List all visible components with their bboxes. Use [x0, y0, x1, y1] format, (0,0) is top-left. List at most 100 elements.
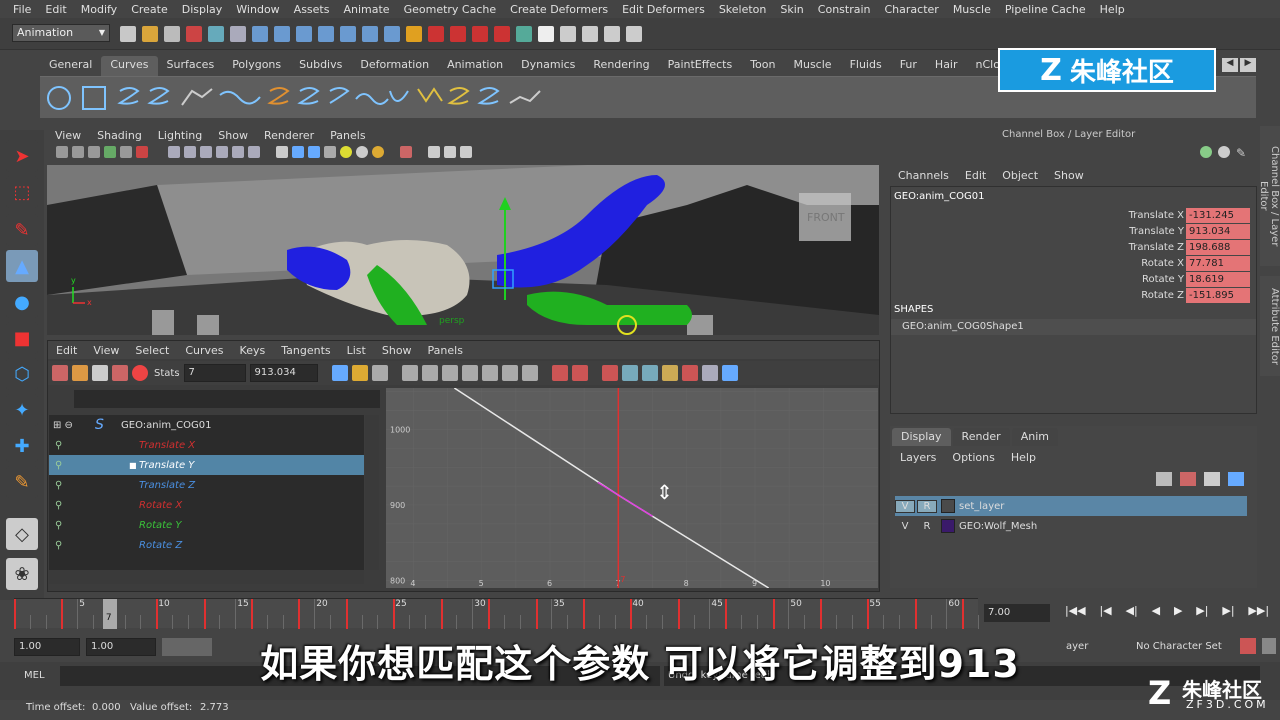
ge-menu-select[interactable]: Select: [127, 344, 177, 357]
cb-attribute-value[interactable]: -151.895: [1186, 287, 1250, 303]
wire-on-shaded-icon[interactable]: [200, 146, 212, 158]
expand-icon[interactable]: ⊞ ⊖: [53, 420, 73, 431]
ge-menu-panels[interactable]: Panels: [420, 344, 471, 357]
ipr-render-icon[interactable]: [450, 26, 466, 42]
save-scene-icon[interactable]: [164, 26, 180, 42]
side-tab-attribute-editor[interactable]: Attribute Editor: [1260, 276, 1280, 376]
keyframe-tick[interactable]: [819, 599, 822, 629]
hud-icon[interactable]: [428, 146, 440, 158]
shelf-tab-subdivs[interactable]: Subdivs: [290, 56, 351, 76]
dope-sheet-icon[interactable]: [721, 365, 738, 381]
keyframe-tick[interactable]: [962, 599, 965, 629]
shelf-tab-surfaces[interactable]: Surfaces: [158, 56, 224, 76]
open-scene-icon[interactable]: [142, 26, 158, 42]
last-tool-icon[interactable]: ✎: [6, 466, 38, 498]
layer-menu-options[interactable]: Options: [944, 451, 1002, 464]
input-icon[interactable]: [516, 26, 532, 42]
snap-grid-icon[interactable]: [252, 26, 268, 42]
layer-menu-layers[interactable]: Layers: [892, 451, 944, 464]
keyframe-tick[interactable]: [725, 599, 728, 629]
snap-view-icon[interactable]: [318, 26, 334, 42]
ge-menu-curves[interactable]: Curves: [177, 344, 231, 357]
rotate-tool-icon[interactable]: ●: [6, 286, 38, 318]
keyframe-tick[interactable]: [345, 599, 348, 629]
shelf-tab-curves[interactable]: Curves: [101, 56, 158, 76]
layer-tab-render[interactable]: Render: [952, 428, 1010, 446]
keyframe-tick[interactable]: [914, 599, 917, 629]
cb-attribute-row[interactable]: Translate X -131.245: [891, 207, 1256, 223]
layer-tab-display[interactable]: Display: [892, 428, 951, 446]
ge-menu-show[interactable]: Show: [374, 344, 420, 357]
stats-value-field[interactable]: 913.034: [249, 364, 318, 382]
curve-graph[interactable]: 1000900800456789107: [386, 387, 878, 589]
viewport-menu-show[interactable]: Show: [210, 129, 256, 142]
new-layer-icon[interactable]: [1156, 472, 1172, 486]
panel-layout-icon[interactable]: [560, 26, 576, 42]
shelf-tab-deformation[interactable]: Deformation: [351, 56, 438, 76]
cb-attribute-value[interactable]: 18.619: [1186, 271, 1250, 287]
step-back-key-icon[interactable]: |◀: [1099, 604, 1111, 622]
shelf-tab-rendering[interactable]: Rendering: [584, 56, 658, 76]
linear-tangent-icon[interactable]: [461, 365, 478, 381]
shelf-scroll-left-icon[interactable]: ◀: [1222, 58, 1238, 72]
menu-animate[interactable]: Animate: [336, 3, 396, 16]
layer-menu-help[interactable]: Help: [1003, 451, 1044, 464]
outliner-vscroll[interactable]: [365, 415, 379, 570]
cb-menu-show[interactable]: Show: [1046, 169, 1092, 182]
viewport-persp[interactable]: persp y x FRONT: [47, 165, 879, 335]
menu-muscle[interactable]: Muscle: [946, 3, 998, 16]
curve-tools-icons[interactable]: [40, 77, 600, 119]
shelf-scroll-arrows[interactable]: ◀ ▶: [1222, 58, 1256, 72]
help-icon[interactable]: [384, 26, 400, 42]
current-frame-field[interactable]: 7.00: [984, 604, 1050, 622]
show-manip-tool-icon[interactable]: ✚: [6, 430, 38, 462]
shadow-icon[interactable]: [356, 146, 368, 158]
layer-tab-anim[interactable]: Anim: [1011, 428, 1058, 446]
ge-menu-tangents[interactable]: Tangents: [273, 344, 338, 357]
outliner-root-row[interactable]: ⊞ ⊖ S GEO:anim_COG01: [49, 415, 364, 435]
tangent-handle[interactable]: [597, 481, 653, 517]
xray-icon[interactable]: [216, 146, 228, 158]
layer-move-down-icon[interactable]: [1228, 472, 1244, 486]
shelf-tab-hair[interactable]: Hair: [926, 56, 967, 76]
menu-geometry-cache[interactable]: Geometry Cache: [397, 3, 504, 16]
menu-modify[interactable]: Modify: [74, 3, 124, 16]
smooth-shade-icon[interactable]: [184, 146, 196, 158]
ge-menu-view[interactable]: View: [85, 344, 127, 357]
lock-tangent-weight-icon[interactable]: [661, 365, 678, 381]
layer-color-swatch[interactable]: [941, 519, 955, 533]
textured-icon[interactable]: [232, 146, 244, 158]
render-icon[interactable]: [428, 26, 444, 42]
light-icon[interactable]: [340, 146, 352, 158]
render-settings-icon[interactable]: [472, 26, 488, 42]
cb-attribute-row[interactable]: Rotate Y 18.619: [891, 271, 1256, 287]
break-tangents-icon[interactable]: [601, 365, 618, 381]
ge-menu-list[interactable]: List: [339, 344, 374, 357]
shelf-scroll-right-icon[interactable]: ▶: [1240, 58, 1256, 72]
translate-y-curve[interactable]: [453, 387, 770, 589]
new-scene-icon[interactable]: [120, 26, 136, 42]
buffer-curve-snapshot-icon[interactable]: [551, 365, 568, 381]
cb-toggle-icon[interactable]: [1218, 146, 1230, 158]
layer-move-up-icon[interactable]: [1204, 472, 1220, 486]
menu-display[interactable]: Display: [175, 3, 230, 16]
region-tool-icon[interactable]: [112, 365, 128, 381]
center-view-icon[interactable]: [371, 365, 388, 381]
lattice-deform-icon[interactable]: [92, 365, 108, 381]
auto-tangent-icon[interactable]: [401, 365, 418, 381]
keyframe-tick[interactable]: [14, 599, 16, 629]
paint-select-tool-icon[interactable]: ✎: [6, 214, 38, 246]
bookmark-icon[interactable]: [72, 146, 84, 158]
menu-constrain[interactable]: Constrain: [811, 3, 878, 16]
menu-edit[interactable]: Edit: [38, 3, 73, 16]
scale-tool-icon[interactable]: ■: [6, 322, 38, 354]
shelf-tab-toon[interactable]: Toon: [741, 56, 784, 76]
snap-curve-icon[interactable]: [274, 26, 290, 42]
checker-cube-icon[interactable]: [324, 146, 336, 158]
menu-pipeline-cache[interactable]: Pipeline Cache: [998, 3, 1093, 16]
insert-key-icon[interactable]: [72, 365, 88, 381]
step-forward-frame-icon[interactable]: ▶|: [1196, 604, 1208, 622]
flat-tangent-icon[interactable]: [481, 365, 498, 381]
shelf-tab-fluids[interactable]: Fluids: [841, 56, 891, 76]
frame-all-icon[interactable]: [444, 146, 456, 158]
